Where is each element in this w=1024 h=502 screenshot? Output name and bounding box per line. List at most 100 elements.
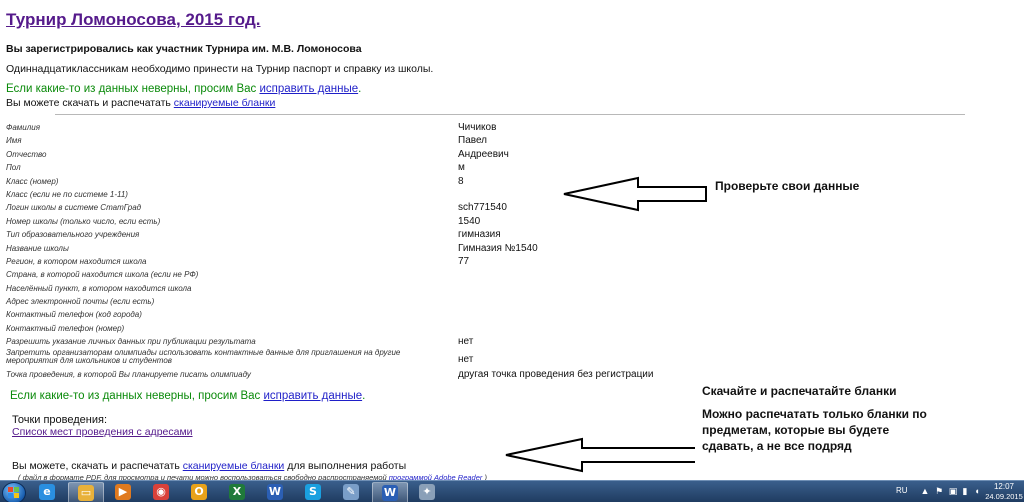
table-row: Разрешить указание личных данных при пуб… — [0, 335, 700, 348]
field-value: 77 — [458, 255, 470, 267]
internet-explorer-icon: e — [39, 484, 55, 500]
taskbar-app-button[interactable]: O — [182, 482, 216, 502]
scannable-forms-link[interactable]: сканируемые бланки — [174, 97, 276, 109]
page-title[interactable]: Турнир Ломоносова, 2015 год. — [6, 10, 260, 30]
field-label: Логин школы в системе СтатГрад — [6, 203, 142, 213]
taskbar-app-button[interactable]: e — [30, 482, 64, 502]
fix-data-message-bottom: Если какие-то из данных неверны, просим … — [10, 390, 365, 402]
display-icon[interactable]: ▣ — [948, 486, 958, 496]
field-value: 1540 — [458, 215, 481, 227]
page: Турнир Ломоносова, 2015 год. Вы зарегист… — [0, 0, 1024, 502]
volume-icon[interactable]: ◖ — [972, 486, 982, 496]
windows-logo-icon — [8, 487, 20, 499]
outlook-icon: O — [191, 484, 207, 500]
fix-data-prefix: Если какие-то из данных неверны, просим … — [10, 390, 264, 402]
field-label: Фамилия — [6, 123, 40, 132]
table-row: Страна, в которой находится школа (если … — [0, 268, 700, 281]
field-value: нет — [458, 336, 474, 348]
taskbar-app-button[interactable]: ✎ — [334, 482, 368, 502]
table-row: Имя Павел — [0, 134, 700, 147]
scannable-forms-link-bottom[interactable]: сканируемые бланки — [183, 460, 285, 472]
participant-data-table: Фамилия Чичиков Имя Павел Отчество Андреевич П… — [0, 121, 700, 381]
download-forms-suffix: для выполнения работы — [284, 460, 407, 472]
field-label: Разрешить указание личных данных при пуб… — [6, 337, 256, 347]
arrow-left-icon — [505, 437, 699, 473]
field-value: нет — [458, 353, 474, 365]
download-forms-prefix: Вы можете, скачать и распечатать — [12, 460, 183, 472]
paint-icon: ✎ — [343, 484, 359, 500]
table-row: Название школы Гимназия №1540 — [0, 242, 700, 255]
annotation-download-forms: Скачайте и распечатайте бланки — [702, 384, 897, 398]
field-value: 8 — [458, 175, 464, 187]
field-value: Павел — [458, 135, 488, 147]
table-row: Населённый пункт, в котором находится шк… — [0, 282, 700, 295]
table-row: Отчество Андреевич — [0, 148, 700, 161]
field-value: м — [458, 162, 465, 174]
download-forms-message-bottom: Вы можете, скачать и распечатать сканиру… — [12, 460, 406, 472]
table-row: Контактный телефон (код города) — [0, 308, 700, 321]
media-player-icon: ▶ — [115, 484, 131, 500]
field-label: Контактный телефон (код города) — [6, 310, 142, 320]
field-label: Запретить организаторам олимпиады исполь… — [6, 347, 401, 366]
field-label: Класс (если не по системе 1-11) — [6, 189, 128, 199]
annotation-check-data: Проверьте свои данные — [715, 179, 860, 193]
taskbar-app-button[interactable]: X — [220, 482, 254, 502]
table-row: Точка проведения, в которой Вы планирует… — [0, 368, 700, 381]
table-row: Тип образовательного учреждения гимназия — [0, 228, 700, 241]
word-icon: W — [267, 484, 283, 500]
field-label: Название школы — [6, 243, 69, 253]
field-value: другая точка проведения без регистрации — [458, 368, 654, 380]
taskbar-app-button[interactable]: W — [258, 482, 292, 502]
table-row: Регион, в котором находится школа 77 — [0, 255, 700, 268]
windows-explorer-icon: ▭ — [78, 485, 94, 501]
download-forms-message: Вы можете скачать и распечатать сканируе… — [6, 97, 275, 109]
field-value: Чичиков — [458, 122, 497, 133]
divider — [55, 114, 965, 115]
field-value: sch771540 — [458, 202, 507, 214]
fix-data-suffix: . — [362, 390, 366, 402]
chrome-icon: ◉ — [153, 484, 169, 500]
taskbar-app-button[interactable]: ▶ — [106, 482, 140, 502]
field-label: Имя — [6, 136, 22, 146]
annotation-print-note: Можно распечатать только бланки по предм… — [702, 407, 927, 453]
registered-message: Вы зарегистрировались как участник Турни… — [6, 43, 362, 55]
fix-data-link-bottom[interactable]: исправить данные — [263, 390, 362, 402]
field-label: Пол — [6, 163, 21, 173]
field-value: Гимназия №1540 — [458, 242, 538, 254]
system-tray: RU ▲ ⚑ ▣ ▮ ◖ 12:07 24.09.2015 — [894, 481, 1024, 502]
taskbar-app-button[interactable]: S — [296, 482, 330, 502]
word-document-icon: W — [382, 485, 398, 501]
field-label: Населённый пункт, в котором находится шк… — [6, 283, 192, 293]
start-button[interactable] — [2, 482, 26, 502]
field-label: Точка проведения, в которой Вы планирует… — [6, 369, 251, 379]
table-row: Контактный телефон (номер) — [0, 322, 700, 335]
network-icon[interactable]: ▮ — [960, 486, 970, 496]
field-value: гимназия — [458, 229, 501, 241]
field-label: Контактный телефон (номер) — [6, 323, 125, 333]
field-label: Тип образовательного учреждения — [6, 230, 140, 240]
field-value: Андреевич — [458, 148, 509, 160]
field-label: Отчество — [6, 149, 47, 159]
table-row: Пол м — [0, 161, 700, 174]
file-icon: ✦ — [419, 484, 435, 500]
taskbar-app-button[interactable]: ◉ — [144, 482, 178, 502]
windows-taskbar: e ▭ ▶ ◉ O X W S ✎ W ✦ RU ▲ ⚑ ▣ ▮ ◖ 12:07 24.09.201… — [0, 480, 1024, 502]
tray-expand-icon[interactable]: ▲ — [920, 486, 930, 496]
field-label: Класс (номер) — [6, 176, 59, 186]
flag-icon[interactable]: ⚑ — [934, 486, 944, 496]
field-label: Адрес электронной почты (если есть) — [6, 297, 155, 307]
fix-data-message: Если какие-то из данных неверны, просим … — [6, 83, 361, 95]
fix-data-prefix: Если какие-то из данных неверны, просим … — [6, 83, 260, 95]
table-row: Номер школы (только число, если есть) 154… — [0, 215, 700, 228]
fix-data-link[interactable]: исправить данные — [259, 83, 358, 95]
download-forms-prefix: Вы можете скачать и распечатать — [6, 97, 174, 109]
taskbar-app-button[interactable]: W — [372, 482, 408, 502]
taskbar-app-button[interactable]: ▭ — [68, 482, 104, 502]
taskbar-app-button[interactable]: ✦ — [410, 482, 444, 502]
language-indicator[interactable]: RU — [896, 486, 908, 495]
table-row: Фамилия Чичиков — [0, 121, 700, 134]
clock-time[interactable]: 12:07 — [986, 482, 1022, 491]
clock-date[interactable]: 24.09.2015 — [984, 492, 1024, 501]
venues-list-link[interactable]: Список мест проведения с адресами — [12, 426, 193, 438]
table-row: Адрес электронной почты (если есть) — [0, 295, 700, 308]
